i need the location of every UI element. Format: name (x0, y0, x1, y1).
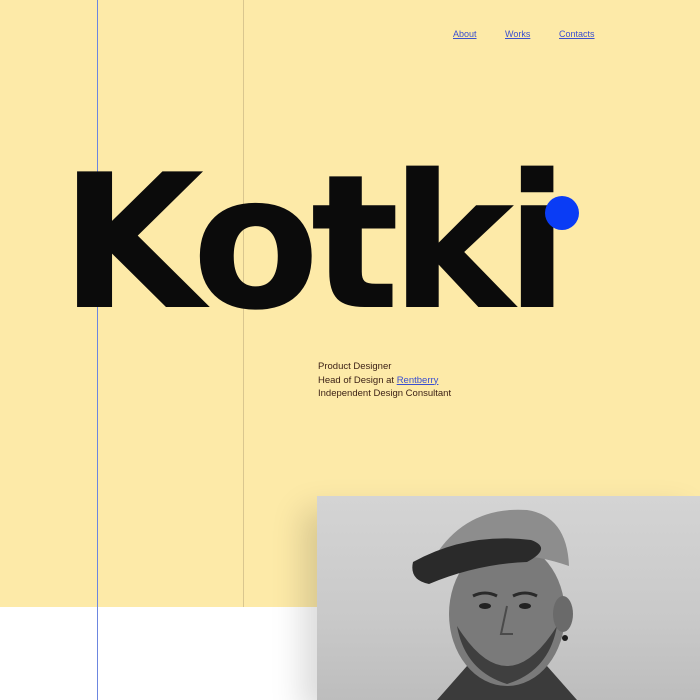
logo-dot-icon (545, 196, 579, 230)
bio-text: Product Designer Head of Design at Rentb… (318, 360, 451, 401)
bio-role: Product Designer (318, 361, 392, 372)
rentberry-link[interactable]: Rentberry (397, 375, 439, 386)
nav-link-about[interactable]: About (453, 29, 477, 39)
logo-wordmark: Kotki (60, 134, 569, 351)
bio-position: Head of Design at Rentberry (318, 374, 451, 388)
bio-consultant: Independent Design Consultant (318, 388, 452, 399)
portrait-photo (317, 496, 700, 700)
portrait-icon (412, 509, 577, 700)
nav-link-contacts[interactable]: Contacts (559, 29, 595, 39)
nav-link-works[interactable]: Works (505, 29, 530, 39)
page: About Works Contacts Kotki Product Desig… (0, 0, 700, 700)
bio-position-label: Head of Design at (318, 374, 397, 386)
